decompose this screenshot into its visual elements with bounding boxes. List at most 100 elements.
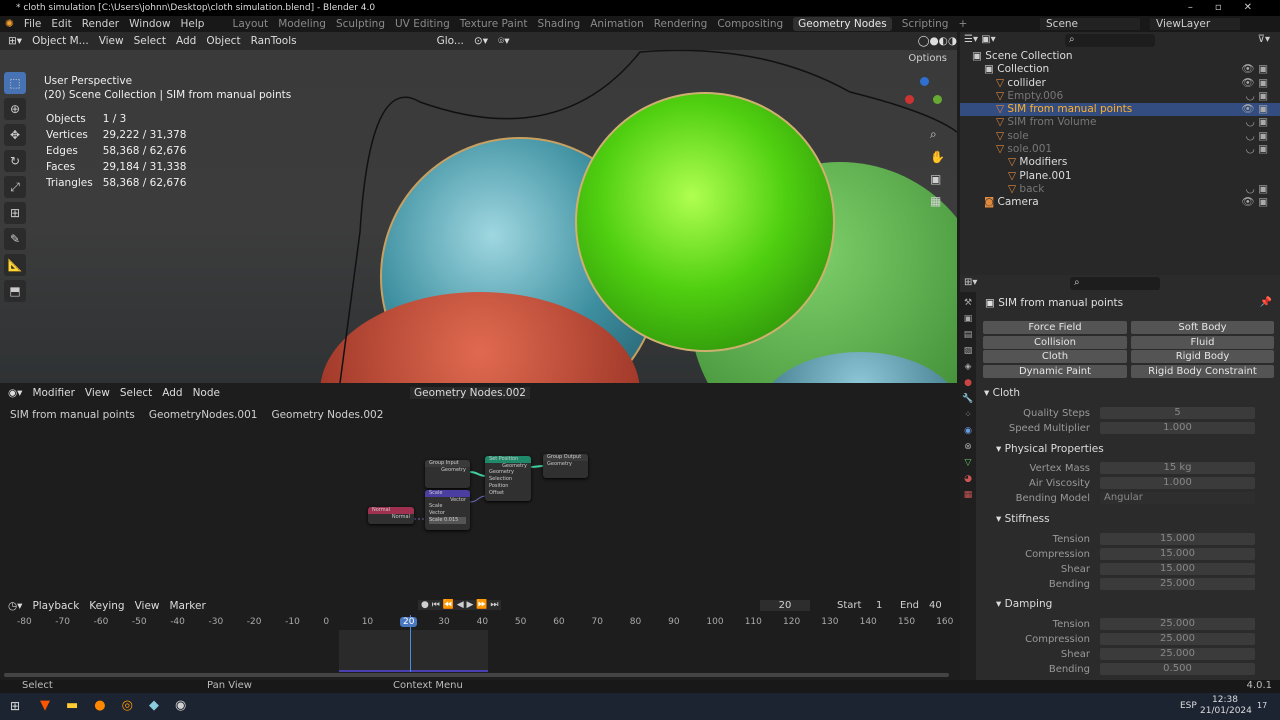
menu-rantools[interactable]: RanTools	[251, 35, 297, 47]
soft-body-button[interactable]: Soft Body	[1131, 321, 1274, 334]
tab-rendering[interactable]: Rendering	[654, 18, 708, 30]
physical-properties-header[interactable]: ▾ Physical Properties	[996, 443, 1104, 455]
damping-shear-field[interactable]: 25.000	[1100, 648, 1255, 660]
stiffness-header[interactable]: ▾ Stiffness	[996, 513, 1050, 525]
select-tool-icon[interactable]: ⬚	[4, 72, 26, 94]
notifications-badge[interactable]: 17	[1257, 701, 1267, 710]
outliner-item[interactable]: ▽ collider 👁 ▣	[960, 77, 1280, 90]
menu-keying[interactable]: Keying	[89, 600, 124, 612]
outliner-item[interactable]: ▽ sole.001 ◡ ▣	[960, 143, 1280, 156]
menu-view[interactable]: View	[99, 35, 124, 47]
group-input-node[interactable]: Group Input Geometry	[425, 460, 470, 488]
menu-render[interactable]: Render	[82, 18, 119, 30]
transform-tool-icon[interactable]: ⊞	[4, 202, 26, 224]
outliner[interactable]: ☰▾ ▣▾ ⌕ ⊽▾ ▣ Scene Collection ▣ Collectio…	[960, 32, 1280, 275]
visibility-toggle-icon[interactable]: ◡ ▣	[1246, 90, 1268, 103]
editor-type-icon[interactable]: ◷▾	[8, 600, 22, 612]
current-frame-field[interactable]: 20	[760, 600, 810, 611]
node-editor[interactable]: ◉▾ Modifier View Select Add Node Geometr…	[0, 384, 957, 595]
visibility-toggle-icon[interactable]: ◡ ▣	[1246, 143, 1268, 156]
visibility-toggle-icon[interactable]: 👁 ▣	[1241, 103, 1268, 116]
stiffness-shear-field[interactable]: 15.000	[1100, 563, 1255, 575]
cloth-panel-header[interactable]: ▾ Cloth	[984, 387, 1020, 399]
clock[interactable]: 12:38 21/01/2024	[1200, 695, 1252, 717]
end-frame-field[interactable]: 40	[929, 600, 942, 611]
outliner-item[interactable]: ▣ Scene Collection	[960, 50, 1280, 63]
menu-view[interactable]: View	[135, 600, 160, 612]
pivot-icon[interactable]: ⊙▾	[474, 35, 488, 47]
properties-tabs[interactable]: ⚒ ▣ ▤ ▧ ◈ ● 🔧 ⁘ ◉ ⊗ ▽ ◕ ▦	[960, 292, 976, 680]
editor-type-icon[interactable]: ⊞▾	[964, 277, 977, 288]
set-position-node[interactable]: Set Position Geometry Geometry Selection Pos…	[485, 456, 531, 501]
taskbar-apps[interactable]: ▼ ▬ ● ◎ ◆ ◉	[40, 698, 186, 713]
pin-icon[interactable]: 📌	[1260, 297, 1272, 308]
rigid-body-constraint-button[interactable]: Rigid Body Constraint	[1131, 365, 1274, 378]
menu-help[interactable]: Help	[181, 18, 205, 30]
playback-controls[interactable]: ● ⏮ ⏪ ◀ ▶ ⏩ ⏭	[418, 600, 502, 610]
menu-file[interactable]: File	[24, 18, 42, 30]
damping-bending-field[interactable]: 0.500	[1100, 663, 1255, 675]
mode-selector[interactable]: Object M...	[32, 35, 89, 47]
menu-playback[interactable]: Playback	[32, 600, 79, 612]
shading-modes[interactable]: ◯●◐◑	[918, 35, 957, 47]
filter-icon[interactable]: ⊽▾	[1258, 34, 1270, 45]
scene-selector[interactable]: Scene	[1040, 18, 1140, 30]
outliner-item[interactable]: ▽ back ◡ ▣	[960, 183, 1280, 196]
dynamic-paint-button[interactable]: Dynamic Paint	[983, 365, 1127, 378]
visibility-toggle-icon[interactable]: 👁 ▣	[1241, 63, 1268, 76]
tab-modeling[interactable]: Modeling	[278, 18, 326, 30]
outliner-item[interactable]: ▽ Plane.001	[960, 170, 1280, 183]
outliner-display-mode[interactable]: ☰▾ ▣▾	[964, 34, 996, 45]
tab-uv-editing[interactable]: UV Editing	[395, 18, 450, 30]
force-field-button[interactable]: Force Field	[983, 321, 1127, 334]
speed-multiplier-field[interactable]: 1.000	[1100, 422, 1255, 434]
start-button[interactable]: ⊞	[10, 699, 20, 713]
menu-add[interactable]: Add	[176, 35, 196, 47]
tab-shading[interactable]: Shading	[538, 18, 581, 30]
editor-type-icon[interactable]: ⊞▾	[8, 35, 22, 47]
menu-window[interactable]: Window	[129, 18, 170, 30]
rigid-body-button[interactable]: Rigid Body	[1131, 350, 1274, 363]
tab-geometry-nodes[interactable]: Geometry Nodes	[793, 17, 892, 31]
measure-tool-icon[interactable]: 📐	[4, 254, 26, 276]
menu-select[interactable]: Select	[134, 35, 166, 47]
tab-texture-paint[interactable]: Texture Paint	[460, 18, 528, 30]
options-button[interactable]: Options	[908, 53, 947, 64]
scale-value-field[interactable]: Scale 0.015	[429, 517, 466, 524]
menu-object[interactable]: Object	[206, 35, 240, 47]
scale-mode-dropdown[interactable]: Scale	[429, 503, 470, 510]
orientation-selector[interactable]: Glo...	[437, 35, 464, 47]
tab-compositing[interactable]: Compositing	[717, 18, 783, 30]
air-viscosity-field[interactable]: 1.000	[1100, 477, 1255, 489]
normal-node[interactable]: Normal Normal	[368, 507, 414, 524]
timeline-ruler[interactable]: -80 -70 -60 -50 -40 -30 -20 -10 0 10 20 30 40 50 60 70 8…	[0, 615, 957, 630]
annotate-tool-icon[interactable]: ✎	[4, 228, 26, 250]
outliner-item[interactable]: ▽ sole ◡ ▣	[960, 130, 1280, 143]
tab-scripting[interactable]: Scripting	[902, 18, 949, 30]
tab-sculpting[interactable]: Sculpting	[336, 18, 385, 30]
navigation-gizmo[interactable]	[905, 77, 945, 117]
stiffness-compression-field[interactable]: 15.000	[1100, 548, 1255, 560]
outliner-item[interactable]: ▽ SIM from manual points 👁 ▣	[960, 103, 1280, 117]
move-tool-icon[interactable]: ✥	[4, 124, 26, 146]
rotate-tool-icon[interactable]: ↻	[4, 150, 26, 172]
outliner-item[interactable]: ▽ Empty.006 ◡ ▣	[960, 90, 1280, 103]
visibility-toggle-icon[interactable]: 👁 ▣	[1241, 196, 1268, 209]
menu-marker[interactable]: Marker	[170, 600, 206, 612]
outliner-item[interactable]: ▽ SIM from Volume ◡ ▣	[960, 116, 1280, 129]
outliner-item[interactable]: ◙ Camera 👁 ▣	[960, 196, 1280, 209]
add-cube-tool-icon[interactable]: ⬒	[4, 280, 26, 302]
damping-header[interactable]: ▾ Damping	[996, 598, 1052, 610]
fluid-button[interactable]: Fluid	[1131, 336, 1274, 349]
stiffness-tension-field[interactable]: 15.000	[1100, 533, 1255, 545]
scale-node[interactable]: Scale Vector Scale Vector Scale 0.015	[425, 490, 470, 530]
properties-search[interactable]: ⌕	[1070, 277, 1160, 290]
tab-animation[interactable]: Animation	[590, 18, 644, 30]
collision-button[interactable]: Collision	[983, 336, 1127, 349]
stiffness-bending-field[interactable]: 25.000	[1100, 578, 1255, 590]
language-indicator[interactable]: ESP	[1180, 701, 1197, 711]
visibility-toggle-icon[interactable]: ◡ ▣	[1246, 130, 1268, 143]
window-controls[interactable]: –▫✕	[1188, 2, 1274, 13]
cloth-button[interactable]: Cloth	[983, 350, 1127, 363]
vertex-mass-field[interactable]: 15 kg	[1100, 462, 1255, 474]
